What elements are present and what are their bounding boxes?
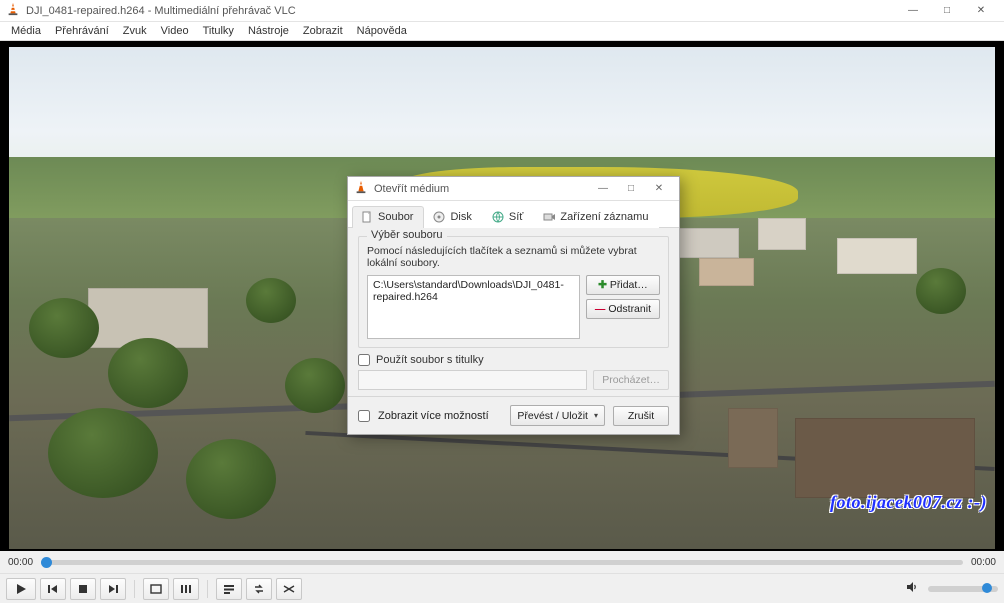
file-list-item[interactable]: C:\Users\standard\Downloads\DJI_0481-rep…	[373, 279, 574, 303]
chevron-down-icon: ▾	[594, 411, 598, 420]
maximize-button[interactable]: □	[930, 0, 964, 22]
dialog-title: Otevřít médium	[374, 183, 589, 195]
menu-view[interactable]: Zobrazit	[296, 23, 350, 39]
loop-button[interactable]	[246, 578, 272, 600]
add-button-label: Přidat…	[610, 279, 648, 291]
subtitle-checkbox-row: Použít soubor s titulky	[358, 354, 669, 366]
tab-file[interactable]: Soubor	[352, 206, 424, 228]
window-title: DJI_0481-repaired.h264 - Multimediální p…	[26, 5, 896, 17]
network-icon	[492, 211, 504, 223]
more-options-label: Zobrazit více možností	[378, 410, 489, 422]
minimize-button[interactable]: —	[896, 0, 930, 22]
remove-button[interactable]: — Odstranit	[586, 299, 660, 319]
fullscreen-button[interactable]	[143, 578, 169, 600]
dialog-close-button[interactable]: ✕	[645, 179, 673, 199]
disk-icon	[433, 211, 445, 223]
file-selection-group: Výběr souboru Pomocí následujících tlačí…	[358, 236, 669, 348]
tab-disk[interactable]: Disk	[424, 206, 482, 228]
open-media-dialog: Otevřít médium — □ ✕ Soubor Disk Síť	[347, 176, 680, 435]
stop-button[interactable]	[70, 578, 96, 600]
menu-video[interactable]: Video	[154, 23, 196, 39]
cancel-button[interactable]: Zrušit	[613, 406, 669, 426]
remove-button-label: Odstranit	[608, 303, 651, 315]
vlc-cone-icon	[354, 180, 368, 197]
menu-tools[interactable]: Nástroje	[241, 23, 296, 39]
time-total: 00:00	[971, 557, 996, 568]
subtitle-checkbox-label: Použít soubor s titulky	[376, 354, 484, 366]
prev-button[interactable]	[40, 578, 66, 600]
dialog-footer: Zobrazit více možností Převést / Uložit …	[348, 396, 679, 434]
playback-controls	[0, 573, 1004, 603]
menu-audio[interactable]: Zvuk	[116, 23, 154, 39]
menu-help[interactable]: Nápověda	[350, 23, 414, 39]
shuffle-button[interactable]	[276, 578, 302, 600]
menu-media[interactable]: Média	[4, 23, 48, 39]
seek-slider[interactable]	[41, 560, 963, 565]
dialog-titlebar: Otevřít médium — □ ✕	[348, 177, 679, 201]
menu-playback[interactable]: Přehrávání	[48, 23, 116, 39]
file-icon	[361, 211, 373, 223]
next-button[interactable]	[100, 578, 126, 600]
dialog-maximize-button[interactable]: □	[617, 179, 645, 199]
tab-network-label: Síť	[509, 211, 524, 223]
divider	[207, 580, 208, 598]
convert-save-label: Převést / Uložit	[517, 410, 588, 422]
convert-save-button[interactable]: Převést / Uložit ▾	[510, 405, 605, 426]
vlc-window: DJI_0481-repaired.h264 - Multimediální p…	[0, 0, 1004, 603]
playlist-button[interactable]	[216, 578, 242, 600]
plus-icon: ✚	[598, 279, 607, 291]
menu-subtitles[interactable]: Titulky	[196, 23, 241, 39]
tab-capture-label: Zařízení záznamu	[560, 211, 648, 223]
speaker-icon[interactable]	[906, 580, 918, 598]
tab-file-label: Soubor	[378, 211, 413, 223]
time-elapsed: 00:00	[8, 557, 33, 568]
window-controls: — □ ✕	[896, 0, 998, 22]
dialog-tabs: Soubor Disk Síť Zařízení záznamu	[348, 201, 679, 228]
tab-disk-label: Disk	[450, 211, 471, 223]
close-button[interactable]: ✕	[964, 0, 998, 22]
group-title: Výběr souboru	[367, 229, 447, 241]
file-list[interactable]: C:\Users\standard\Downloads\DJI_0481-rep…	[367, 275, 580, 339]
volume-slider[interactable]	[928, 586, 998, 592]
help-text: Pomocí následujících tlačítek a seznamů …	[367, 245, 660, 269]
menubar: Média Přehrávání Zvuk Video Titulky Nást…	[0, 22, 1004, 41]
browse-button: Procházet…	[593, 370, 669, 390]
titlebar: DJI_0481-repaired.h264 - Multimediální p…	[0, 0, 1004, 22]
tab-network[interactable]: Síť	[483, 206, 535, 228]
divider	[134, 580, 135, 598]
more-options-checkbox[interactable]	[358, 410, 370, 422]
tab-capture[interactable]: Zařízení záznamu	[534, 206, 659, 228]
capture-icon	[543, 211, 555, 223]
minus-icon: —	[595, 303, 606, 315]
play-button[interactable]	[6, 578, 36, 600]
subtitle-path-field	[358, 370, 587, 390]
ext-settings-button[interactable]	[173, 578, 199, 600]
dialog-minimize-button[interactable]: —	[589, 179, 617, 199]
dialog-panel: Výběr souboru Pomocí následujících tlačí…	[348, 228, 679, 396]
add-button[interactable]: ✚ Přidat…	[586, 275, 660, 295]
seek-bar-row: 00:00 00:00	[0, 551, 1004, 573]
subtitle-checkbox[interactable]	[358, 354, 370, 366]
vlc-cone-icon	[6, 2, 20, 19]
